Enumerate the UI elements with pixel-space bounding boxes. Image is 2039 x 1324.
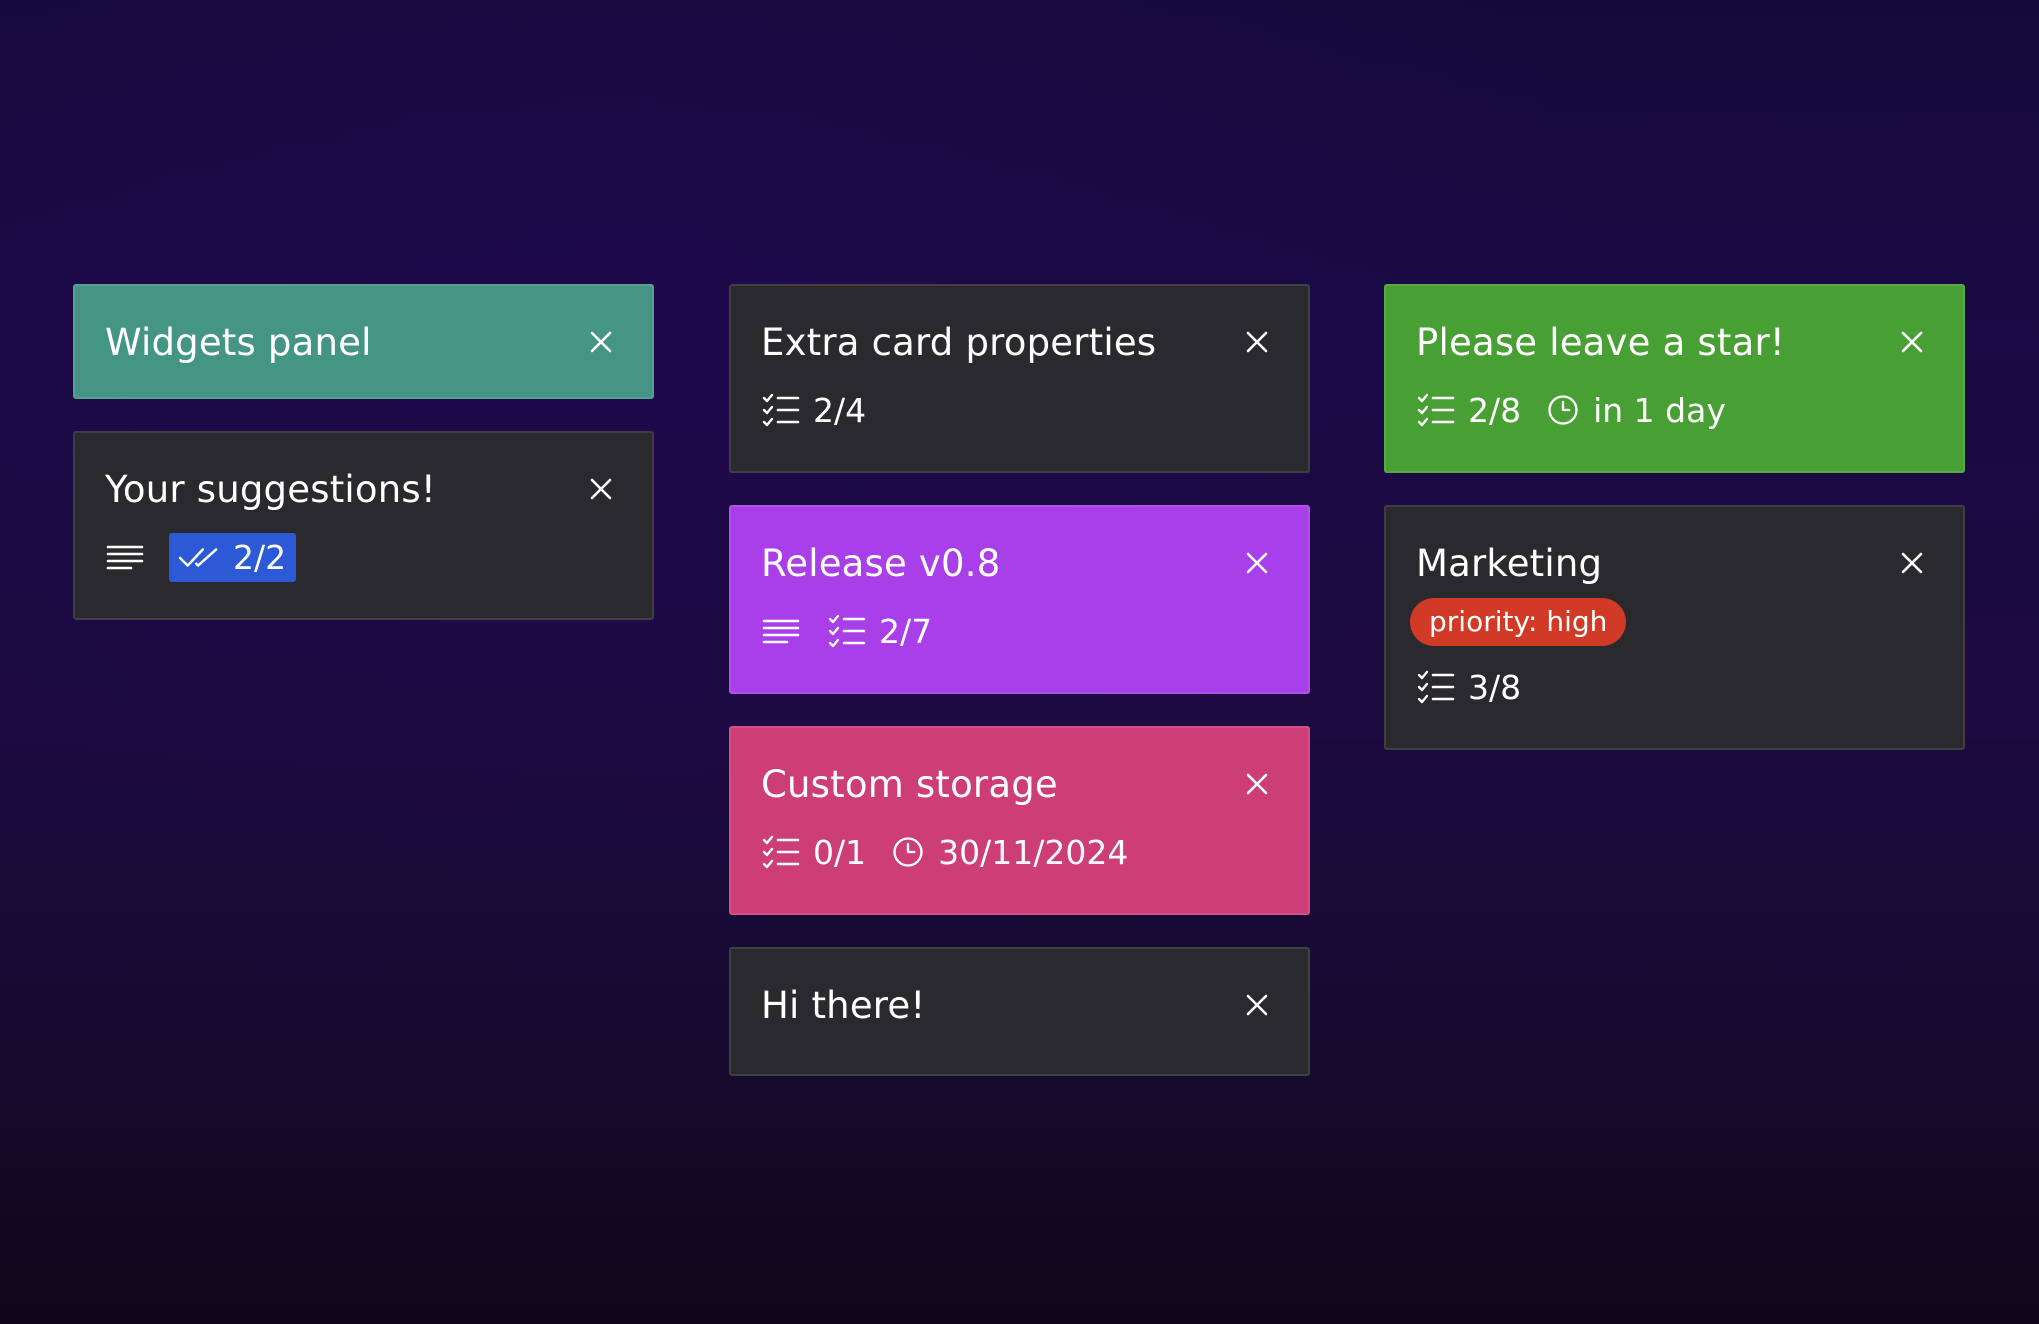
card-title: Custom storage (761, 763, 1058, 806)
column-3: Please leave a star! 2/8 in 1 day Market… (1384, 284, 1965, 782)
checklist-complete-badge: 2/2 (169, 532, 297, 582)
checklist-meta: 2/7 (827, 611, 932, 651)
column-1: Widgets panel Your suggestions! 2/2 (73, 284, 654, 652)
close-icon[interactable] (1239, 766, 1275, 802)
checklist-count: 3/8 (1468, 667, 1522, 707)
card-title: Extra card properties (761, 321, 1157, 364)
card-title: Hi there! (761, 984, 926, 1027)
description-icon (105, 537, 145, 577)
column-2: Extra card properties 2/4 Release v0.8 2… (729, 284, 1310, 1108)
checklist-icon (761, 390, 801, 430)
clock-icon (1545, 392, 1581, 428)
close-icon[interactable] (583, 471, 619, 507)
card-meta: 2/7 (761, 606, 1278, 656)
due-date-meta: 30/11/2024 (890, 834, 1128, 870)
checklist-icon (1416, 390, 1456, 430)
card-meta: 2/8 in 1 day (1416, 385, 1933, 435)
card-meta: 2/2 (105, 532, 622, 582)
card-title: Your suggestions! (105, 468, 436, 511)
close-icon[interactable] (1239, 987, 1275, 1023)
checklist-count: 2/8 (1468, 390, 1522, 430)
close-icon[interactable] (1894, 545, 1930, 581)
checklist-meta: 3/8 (1416, 667, 1521, 707)
due-date-meta: in 1 day (1545, 392, 1726, 428)
double-check-icon (177, 538, 223, 576)
due-date: in 1 day (1593, 390, 1726, 430)
card-marketing[interactable]: Marketing priority: high 3/8 (1384, 505, 1965, 750)
card-meta: 0/1 30/11/2024 (761, 827, 1278, 877)
close-icon[interactable] (1239, 324, 1275, 360)
card-please-leave-a-star[interactable]: Please leave a star! 2/8 in 1 day (1384, 284, 1965, 473)
checklist-icon (827, 611, 867, 651)
close-icon[interactable] (1239, 545, 1275, 581)
clock-icon (890, 834, 926, 870)
card-title: Please leave a star! (1416, 321, 1785, 364)
card-meta: 2/4 (761, 385, 1278, 435)
checklist-count: 0/1 (813, 832, 867, 872)
checklist-icon (1416, 667, 1456, 707)
card-title: Release v0.8 (761, 542, 1001, 585)
description-icon (761, 611, 801, 651)
checklist-count: 2/7 (879, 611, 933, 651)
due-date: 30/11/2024 (938, 832, 1129, 872)
checklist-icon (761, 832, 801, 872)
close-icon[interactable] (1894, 324, 1930, 360)
card-title: Widgets panel (105, 321, 372, 364)
card-custom-storage[interactable]: Custom storage 0/1 30/11/2024 (729, 726, 1310, 915)
card-hi-there[interactable]: Hi there! (729, 947, 1310, 1076)
checklist-count: 2/2 (233, 537, 287, 577)
card-your-suggestions[interactable]: Your suggestions! 2/2 (73, 431, 654, 620)
priority-tag: priority: high (1410, 598, 1627, 646)
checklist-count: 2/4 (813, 390, 867, 430)
card-release-v08[interactable]: Release v0.8 2/7 (729, 505, 1310, 694)
checklist-meta: 2/8 (1416, 390, 1521, 430)
checklist-meta: 2/4 (761, 390, 866, 430)
card-title: Marketing (1416, 542, 1603, 585)
board: Widgets panel Your suggestions! 2/2 Extr… (0, 0, 2039, 1324)
checklist-meta: 0/1 (761, 832, 866, 872)
card-widgets-panel[interactable]: Widgets panel (73, 284, 654, 399)
card-meta: 3/8 (1416, 662, 1933, 712)
close-icon[interactable] (583, 324, 619, 360)
card-extra-card-properties[interactable]: Extra card properties 2/4 (729, 284, 1310, 473)
